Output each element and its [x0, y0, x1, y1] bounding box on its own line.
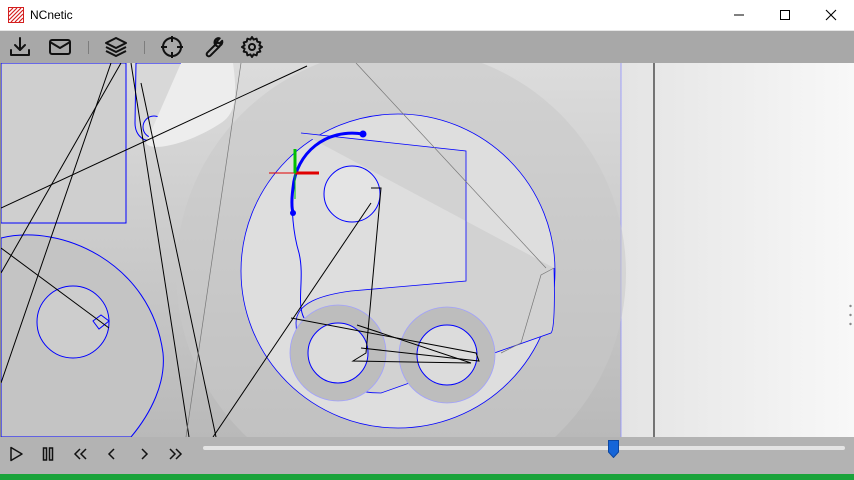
pause-button[interactable] [36, 442, 60, 466]
step-back-button[interactable] [100, 442, 124, 466]
maximize-button[interactable] [762, 0, 808, 30]
play-icon [10, 446, 23, 462]
app-logo-icon [8, 7, 24, 23]
chevron-right-icon [141, 448, 149, 460]
wrench-icon [205, 37, 224, 58]
crosshair-button[interactable] [159, 34, 185, 60]
layers-button[interactable] [103, 34, 129, 60]
mail-button[interactable] [47, 34, 73, 60]
timeline-slider-thumb[interactable] [608, 440, 620, 458]
timeline-slider-track[interactable] [203, 446, 845, 450]
toolpath-view [1, 63, 854, 437]
play-button[interactable] [4, 442, 28, 466]
double-chevron-right-icon [169, 448, 183, 460]
maximize-icon [780, 10, 790, 20]
settings-button[interactable] [239, 34, 265, 60]
download-button[interactable] [7, 34, 33, 60]
crosshair-icon [161, 36, 183, 58]
mail-icon [49, 39, 71, 55]
toolbar-separator [144, 41, 145, 54]
toolbar [0, 31, 854, 63]
resize-grip-icon[interactable] [849, 303, 852, 327]
window-title: NCnetic [30, 8, 73, 22]
chevron-left-icon [107, 448, 115, 460]
double-chevron-left-icon [73, 448, 87, 460]
gear-icon [241, 36, 263, 58]
rewind-button[interactable] [68, 442, 92, 466]
minimize-button[interactable] [716, 0, 762, 30]
viewport-canvas[interactable] [0, 63, 854, 437]
title-bar: NCnetic [0, 0, 854, 31]
fast-forward-button[interactable] [164, 442, 188, 466]
download-icon [10, 37, 30, 56]
minimize-icon [734, 14, 744, 16]
step-forward-button[interactable] [132, 442, 156, 466]
layers-icon [105, 37, 127, 57]
pause-icon [42, 447, 54, 461]
wrench-button[interactable] [199, 34, 225, 60]
close-button[interactable] [808, 0, 854, 30]
toolbar-separator [88, 41, 89, 54]
side-area [621, 63, 854, 437]
close-icon [825, 9, 837, 21]
status-strip [0, 474, 854, 480]
playback-bar [0, 437, 854, 477]
